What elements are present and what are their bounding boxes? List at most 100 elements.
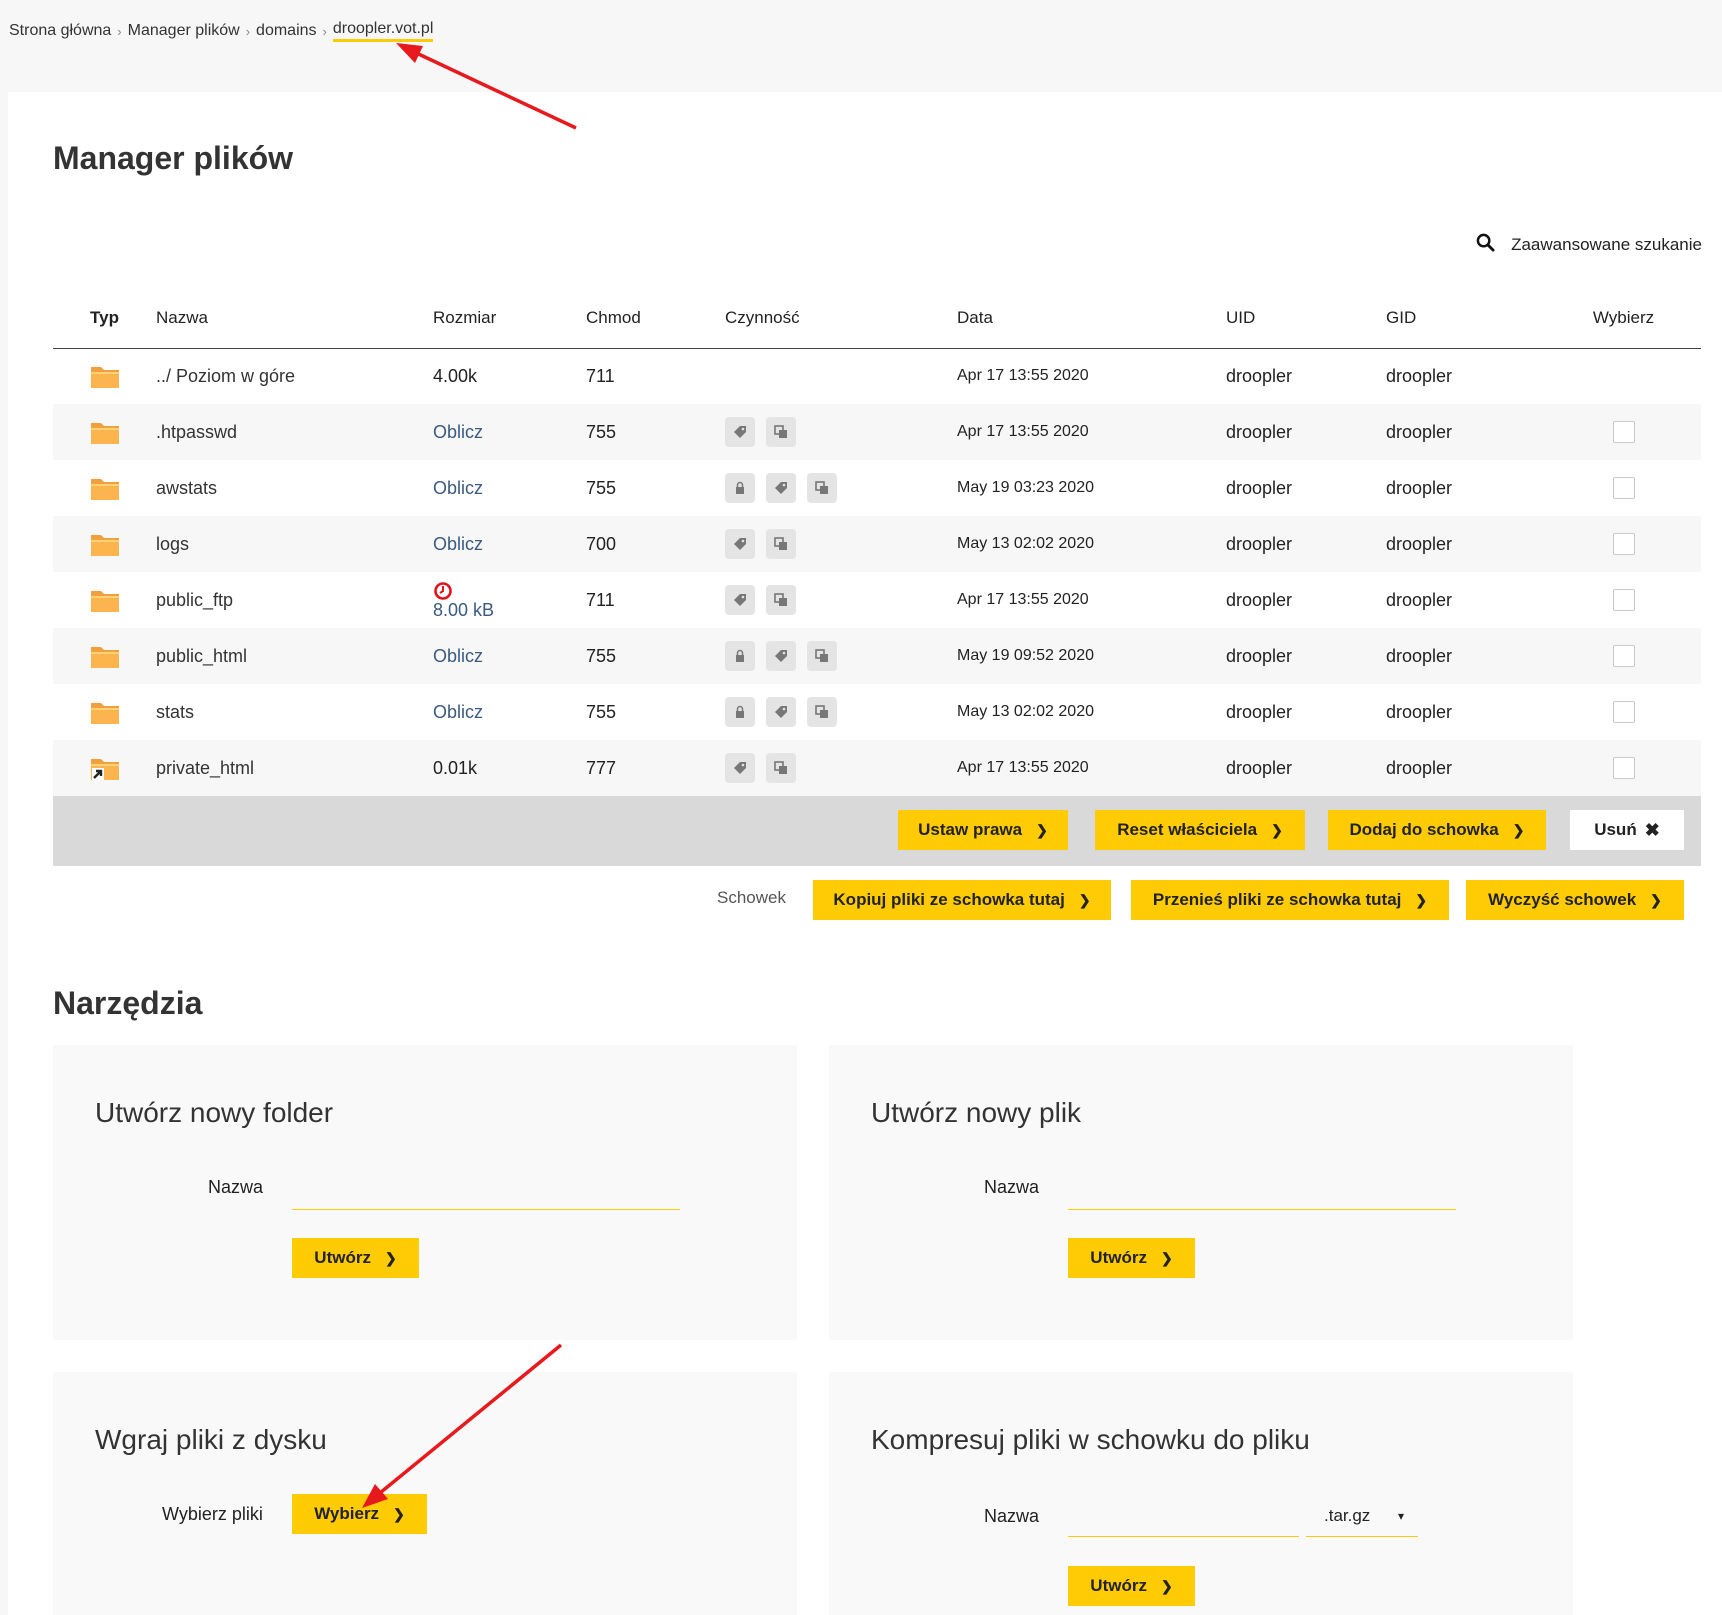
copy-icon[interactable] bbox=[766, 585, 797, 615]
select-checkbox[interactable] bbox=[1612, 477, 1635, 500]
lock-icon[interactable] bbox=[725, 697, 755, 727]
breadcrumb-file-manager[interactable]: Manager plików bbox=[128, 22, 240, 40]
file-chmod[interactable]: 777 bbox=[586, 740, 725, 796]
copy-from-clipboard-button[interactable]: Kopiuj pliki ze schowka tutaj ❯ bbox=[813, 880, 1111, 920]
column-header-select[interactable]: Wybierz bbox=[1546, 288, 1701, 349]
calculate-size-link[interactable]: Oblicz bbox=[433, 534, 483, 554]
column-header-chmod[interactable]: Chmod bbox=[586, 288, 725, 349]
file-chmod[interactable]: 711 bbox=[586, 572, 725, 628]
file-date: May 13 02:02 2020 bbox=[957, 535, 1094, 552]
rename-tag-icon[interactable] bbox=[725, 529, 755, 559]
file-chmod[interactable]: 700 bbox=[586, 516, 725, 572]
compress-create-button[interactable]: Utwórz ❯ bbox=[1068, 1566, 1195, 1606]
calculate-size-link[interactable]: Oblicz bbox=[433, 422, 483, 442]
breadcrumb-current[interactable]: droopler.vot.pl bbox=[332, 20, 434, 42]
file-chmod[interactable]: 755 bbox=[586, 460, 725, 516]
breadcrumb-home[interactable]: Strona główna bbox=[9, 22, 111, 40]
upload-title: Wgraj pliki z dysku bbox=[95, 1424, 327, 1455]
file-chmod[interactable]: 755 bbox=[586, 404, 725, 460]
add-to-clipboard-button[interactable]: Dodaj do schowka ❯ bbox=[1328, 810, 1546, 850]
breadcrumb-separator-icon: › bbox=[322, 23, 327, 39]
delete-button[interactable]: Usuń ✖ bbox=[1570, 810, 1684, 850]
breadcrumb-separator-icon: › bbox=[117, 23, 122, 39]
choose-files-label: Wybierz bbox=[314, 1504, 380, 1523]
column-header-type: Typ bbox=[53, 288, 156, 349]
copy-icon[interactable] bbox=[766, 417, 797, 447]
folder-icon bbox=[90, 475, 120, 501]
file-chmod[interactable]: 755 bbox=[586, 684, 725, 740]
rename-tag-icon[interactable] bbox=[766, 473, 797, 503]
copy-icon[interactable] bbox=[807, 473, 838, 503]
breadcrumb-domains[interactable]: domains bbox=[256, 22, 316, 40]
file-gid: droopler bbox=[1386, 645, 1453, 666]
file-name-link[interactable]: awstats bbox=[156, 478, 217, 498]
column-header-name[interactable]: Nazwa bbox=[156, 288, 433, 349]
copy-icon[interactable] bbox=[807, 697, 838, 727]
column-header-size[interactable]: Rozmiar bbox=[433, 288, 586, 349]
select-checkbox[interactable] bbox=[1612, 757, 1635, 780]
reset-owner-button[interactable]: Reset właściciela ❯ bbox=[1095, 810, 1305, 850]
file-gid: droopler bbox=[1386, 421, 1453, 442]
choose-files-button[interactable]: Wybierz ❯ bbox=[292, 1494, 427, 1534]
file-name-link[interactable]: .htpasswd bbox=[156, 422, 237, 442]
select-checkbox[interactable] bbox=[1612, 421, 1635, 444]
file-gid: droopler bbox=[1386, 533, 1453, 554]
file-uid: droopler bbox=[1226, 533, 1293, 554]
table-row: private_html 0.01k 777 Apr 17 13:55 2020… bbox=[53, 740, 1701, 796]
file-name-link[interactable]: private_html bbox=[156, 758, 254, 778]
file-uid: droopler bbox=[1226, 757, 1293, 778]
column-header-uid[interactable]: UID bbox=[1226, 288, 1386, 349]
column-header-gid[interactable]: GID bbox=[1386, 288, 1546, 349]
file-name-link[interactable]: stats bbox=[156, 702, 194, 722]
file-size: 4.00k bbox=[433, 365, 478, 386]
set-permissions-button[interactable]: Ustaw prawa ❯ bbox=[898, 810, 1068, 850]
clear-clipboard-button[interactable]: Wyczyść schowek ❯ bbox=[1466, 880, 1684, 920]
new-file-name-input[interactable] bbox=[1068, 1208, 1456, 1210]
new-folder-name-input[interactable] bbox=[292, 1208, 680, 1210]
select-checkbox[interactable] bbox=[1612, 533, 1635, 556]
calculate-size-link[interactable]: Oblicz bbox=[433, 646, 483, 666]
file-date: May 19 03:23 2020 bbox=[957, 479, 1094, 496]
file-name-link[interactable]: public_html bbox=[156, 646, 247, 666]
rename-tag-icon[interactable] bbox=[725, 417, 755, 447]
advanced-search-link[interactable]: Zaawansowane szukanie bbox=[1476, 233, 1702, 257]
rename-tag-icon[interactable] bbox=[766, 641, 797, 671]
file-uid: droopler bbox=[1226, 701, 1293, 722]
copy-icon[interactable] bbox=[807, 641, 838, 671]
upload-files-label: Wybierz pliki bbox=[162, 1504, 263, 1524]
move-from-clipboard-button[interactable]: Przenieś pliki ze schowka tutaj ❯ bbox=[1131, 880, 1449, 920]
select-checkbox[interactable] bbox=[1612, 645, 1635, 668]
compress-format-select[interactable]: .tar.gz ▾ bbox=[1306, 1504, 1418, 1537]
copy-icon[interactable] bbox=[766, 753, 797, 783]
rename-tag-icon[interactable] bbox=[766, 697, 797, 727]
folder-icon bbox=[90, 419, 120, 445]
file-chmod[interactable]: 711 bbox=[586, 348, 725, 404]
close-icon: ✖ bbox=[1644, 819, 1660, 840]
file-table: Typ Nazwa Rozmiar Chmod Czynność Data UI… bbox=[53, 288, 1701, 796]
folder-icon bbox=[90, 587, 120, 613]
file-name-link[interactable]: ../ Poziom w góre bbox=[156, 366, 295, 386]
calculate-size-link[interactable]: Oblicz bbox=[433, 478, 483, 498]
file-gid: droopler bbox=[1386, 365, 1453, 386]
lock-icon[interactable] bbox=[725, 641, 755, 671]
new-folder-name-label: Nazwa bbox=[208, 1177, 264, 1197]
copy-icon[interactable] bbox=[766, 529, 797, 559]
select-checkbox[interactable] bbox=[1612, 701, 1635, 724]
select-checkbox[interactable] bbox=[1612, 589, 1635, 612]
file-name-link[interactable]: logs bbox=[156, 534, 189, 554]
search-icon bbox=[1476, 233, 1495, 257]
column-header-date[interactable]: Data bbox=[957, 288, 1226, 349]
file-uid: droopler bbox=[1226, 365, 1293, 386]
compress-name-input[interactable] bbox=[1068, 1535, 1299, 1537]
file-uid: droopler bbox=[1226, 589, 1293, 610]
create-file-button[interactable]: Utwórz ❯ bbox=[1068, 1238, 1195, 1278]
file-chmod[interactable]: 755 bbox=[586, 628, 725, 684]
file-date: Apr 17 13:55 2020 bbox=[957, 423, 1089, 440]
file-name-link[interactable]: public_ftp bbox=[156, 590, 233, 610]
rename-tag-icon[interactable] bbox=[725, 753, 755, 783]
compress-title: Kompresuj pliki w schowku do pliku bbox=[871, 1424, 1310, 1455]
create-folder-button[interactable]: Utwórz ❯ bbox=[292, 1238, 419, 1278]
rename-tag-icon[interactable] bbox=[725, 585, 755, 615]
calculate-size-link[interactable]: Oblicz bbox=[433, 702, 483, 722]
lock-icon[interactable] bbox=[725, 473, 755, 503]
